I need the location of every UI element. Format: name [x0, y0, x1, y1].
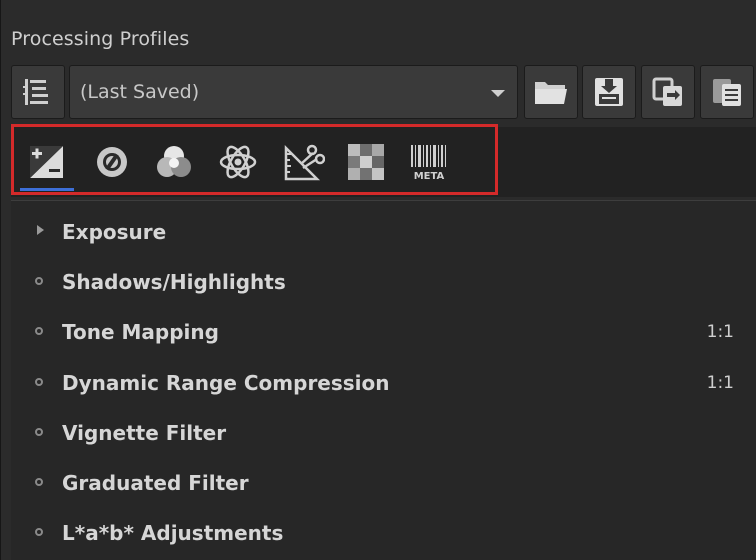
paste-profile-button[interactable]: [700, 65, 754, 119]
tool-row-dynamic-range-compression[interactable]: Dynamic Range Compression 1:1: [11, 356, 756, 406]
barcode-icon: META: [411, 145, 446, 182]
tool-label: Dynamic Range Compression: [62, 371, 390, 395]
detail-lens-icon: [97, 147, 127, 177]
tool-label: Tone Mapping: [62, 320, 219, 344]
tool-label: Shadows/Highlights: [62, 270, 286, 294]
panel-title: Processing Profiles: [11, 28, 190, 50]
collapsed-circle-icon[interactable]: [35, 327, 43, 335]
tool-row-graduated-filter[interactable]: Graduated Filter: [11, 456, 756, 506]
tool-row-exposure[interactable]: Exposure: [11, 205, 756, 255]
active-tab-indicator: [20, 188, 74, 191]
collapsed-circle-icon[interactable]: [35, 478, 43, 486]
color-circles-icon: [157, 146, 191, 177]
profile-dropdown[interactable]: (Last Saved): [69, 65, 518, 119]
exposure-tab[interactable]: [24, 140, 70, 184]
processing-profiles-panel: Processing Profiles (Last Saved) META Ex…: [0, 0, 756, 560]
profile-list-button[interactable]: [11, 65, 65, 119]
atom-icon: [219, 145, 257, 179]
paste-icon: [713, 79, 741, 106]
collapsed-circle-icon[interactable]: [35, 528, 43, 536]
metadata-tab[interactable]: META: [406, 140, 452, 184]
chevron-down-icon: [491, 90, 505, 97]
plus-minus-exposure-icon: [30, 146, 63, 178]
color-tab[interactable]: [151, 140, 197, 184]
save-icon: [595, 78, 623, 106]
open-profile-button[interactable]: [524, 65, 578, 119]
tool-label: Vignette Filter: [62, 421, 227, 445]
tool-badge: 1:1: [706, 373, 734, 393]
advanced-tab[interactable]: [215, 140, 261, 184]
expand-arrow-icon[interactable]: [37, 225, 44, 235]
tool-label: Exposure: [62, 220, 167, 244]
tool-list: Exposure Shadows/Highlights Tone Mapping…: [11, 201, 756, 560]
raw-tab[interactable]: [343, 140, 389, 184]
collapsed-circle-icon[interactable]: [35, 277, 43, 285]
tool-row-vignette-filter[interactable]: Vignette Filter: [11, 406, 756, 456]
save-profile-button[interactable]: [582, 65, 636, 119]
profile-list-icon: [23, 79, 48, 105]
tool-row-tone-mapping[interactable]: Tone Mapping 1:1: [11, 305, 756, 355]
collapsed-circle-icon[interactable]: [35, 378, 43, 386]
tool-row-lab-adjustments[interactable]: L*a*b* Adjustments: [11, 506, 756, 556]
tool-row-shadows-highlights[interactable]: Shadows/Highlights: [11, 255, 756, 305]
tool-label: L*a*b* Adjustments: [62, 521, 284, 545]
tool-label: Graduated Filter: [62, 471, 249, 495]
checker-icon: [348, 144, 384, 180]
collapsed-circle-icon[interactable]: [35, 428, 43, 436]
folder-open-icon: [535, 82, 567, 104]
transform-tab[interactable]: [281, 140, 327, 184]
profile-dropdown-value: (Last Saved): [80, 81, 200, 103]
detail-tab[interactable]: [89, 140, 135, 184]
tool-badge: 1:1: [706, 322, 734, 342]
copy-profile-button[interactable]: [641, 65, 695, 119]
metadata-tab-label: META: [414, 171, 445, 182]
ruler-scissors-icon: [284, 144, 325, 181]
copy-icon: [652, 77, 682, 106]
